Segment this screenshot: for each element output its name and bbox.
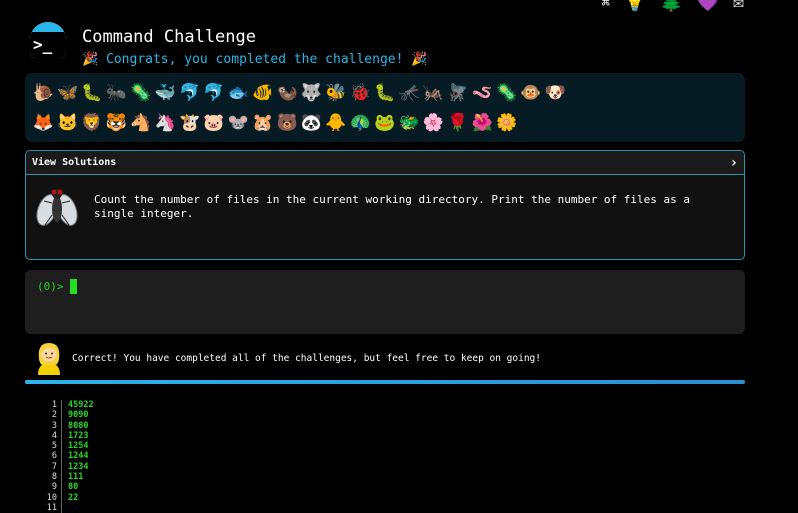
- challenge-emoji-icon[interactable]: 🐵: [519, 83, 543, 103]
- challenge-emoji-icon[interactable]: 🐷: [202, 113, 226, 133]
- chevron-right-icon[interactable]: ›: [730, 155, 738, 171]
- logo-glyph: >_: [33, 35, 53, 54]
- challenge-emoji-icon[interactable]: 🐼: [299, 113, 323, 133]
- fly-icon: [36, 183, 78, 231]
- challenge-emoji-icon[interactable]: 🐜: [104, 83, 128, 103]
- emoji-row: 🐌 🦋 🐛 🐜 🦠 🐳 🐬 🐬 🐟 🐠 🦦 🐺 🐝 🐞 🐛 🦟 🦗 🪰 🪱 🦠 🐵 🐶: [31, 78, 745, 108]
- lightbulb-icon[interactable]: 💡: [624, 0, 646, 12]
- output-line: 1254: [68, 441, 89, 452]
- progress-bar: [25, 380, 745, 384]
- person-avatar-icon: [35, 341, 63, 375]
- challenge-emoji-icon[interactable]: 🐴: [129, 113, 153, 133]
- solutions-panel: View Solutions › Count the number of fil…: [25, 150, 745, 260]
- challenge-emoji-icon[interactable]: 🦠: [129, 83, 153, 103]
- challenge-emoji-icon[interactable]: 🪱: [470, 83, 494, 103]
- mail-icon[interactable]: ✉: [733, 0, 744, 12]
- challenge-emoji-icon[interactable]: 🦊: [31, 113, 55, 133]
- output-line: 9090: [68, 410, 89, 421]
- output-line: 1723: [68, 430, 89, 441]
- heart-icon[interactable]: 💜: [697, 0, 719, 12]
- line-number: 11: [46, 502, 57, 513]
- top-icon-bar: ⌘ 💡 🌲 💜 ✉: [601, 0, 744, 12]
- line-number: 1: [51, 400, 57, 410]
- challenge-emoji-icon[interactable]: 🐸: [372, 113, 396, 133]
- line-number: 3: [51, 420, 57, 431]
- challenge-emoji-icon[interactable]: 🐬: [177, 83, 201, 103]
- line-number: 5: [51, 441, 57, 452]
- output-line: 8080: [68, 420, 89, 431]
- line-number-gutter: 1 2 3 4 5 6 7 8 9 10 11: [46, 400, 62, 513]
- output-line: 1244: [68, 451, 89, 462]
- challenge-emoji-icon[interactable]: 🦗: [421, 83, 445, 103]
- challenge-emoji-icon[interactable]: 🐝: [324, 83, 348, 103]
- output-line: 111: [68, 472, 84, 483]
- result-message: Correct! You have completed all of the c…: [35, 341, 541, 375]
- challenge-emoji-icon[interactable]: 🌹: [446, 113, 470, 133]
- challenge-emoji-icon[interactable]: 🐮: [177, 113, 201, 133]
- success-message-text: Correct! You have completed all of the c…: [72, 352, 541, 364]
- emoji-row: 🦊 🐱 🦁 🐯 🐴 🦄 🐮 🐷 🐭 🐹 🐻 🐼 🐥 🦚 🐸 🐲 🌸 🌹 🌺 🌼: [31, 108, 745, 138]
- page-title: Command Challenge: [82, 27, 256, 47]
- challenge-emoji-icon[interactable]: 🌼: [494, 113, 518, 133]
- challenge-emoji-icon[interactable]: 🦋: [55, 83, 79, 103]
- challenge-emoji-icon[interactable]: 🐛: [372, 83, 396, 103]
- challenge-emoji-icon[interactable]: 🐺: [299, 83, 323, 103]
- challenge-emoji-icon[interactable]: 🐶: [543, 83, 567, 103]
- line-number: 2: [51, 410, 57, 421]
- terminal-prompt: (0)>: [37, 280, 64, 293]
- command-output: 1 2 3 4 5 6 7 8 9 10 11 45922 9090 8080 1723 1254 1244 1…: [46, 400, 94, 513]
- line-number: 9: [51, 482, 57, 493]
- progress-bar-fill: [25, 380, 745, 384]
- output-line: 80: [68, 482, 79, 493]
- challenge-emoji-icon[interactable]: 🐳: [153, 83, 177, 103]
- line-number: 6: [51, 451, 57, 462]
- output-line: 1234: [68, 461, 89, 472]
- challenge-emoji-icon[interactable]: 🐯: [104, 113, 128, 133]
- terminal-cursor: [69, 279, 77, 294]
- challenge-emoji-icon[interactable]: 🐭: [226, 113, 250, 133]
- challenge-emoji-icon[interactable]: 🐱: [55, 113, 79, 133]
- challenge-emoji-icon[interactable]: 🐥: [324, 113, 348, 133]
- challenge-emoji-icon[interactable]: 🌺: [470, 113, 494, 133]
- tree-icon[interactable]: 🌲: [660, 0, 682, 12]
- challenge-emoji-icon[interactable]: 🐞: [348, 83, 372, 103]
- output-line: 22: [68, 492, 79, 503]
- challenge-emoji-bar: 🐌 🦋 🐛 🐜 🦠 🐳 🐬 🐬 🐟 🐠 🦦 🐺 🐝 🐞 🐛 🦟 🦗 🪰 🪱 🦠 🐵 🐶 🦊 🐱 🦁 🐯 🐴 🦄 🐮 🐷 🐭 🐹 🐻 🐼 🐥 🦚 🐸 🐲 🌸…: [25, 73, 745, 142]
- challenge-emoji-icon[interactable]: 🪰: [446, 83, 470, 103]
- terminal-icon[interactable]: ⌘: [601, 0, 609, 12]
- challenge-task-text: Count the number of files in the current…: [94, 193, 691, 220]
- challenge-emoji-icon[interactable]: 🦠: [494, 83, 518, 103]
- challenge-emoji-icon[interactable]: 🐲: [397, 113, 421, 133]
- view-solutions-label: View Solutions: [32, 157, 117, 168]
- challenge-emoji-icon[interactable]: 🐬: [202, 83, 226, 103]
- challenge-emoji-icon[interactable]: 🐹: [251, 113, 275, 133]
- challenge-emoji-icon[interactable]: 🐠: [251, 83, 275, 103]
- output-lines: 45922 9090 8080 1723 1254 1244 1234 111 80 22: [62, 400, 94, 513]
- line-number: 7: [51, 461, 57, 472]
- line-number: 10: [46, 492, 57, 503]
- terminal-input[interactable]: (0)>: [25, 270, 745, 334]
- challenge-emoji-icon[interactable]: 🦦: [275, 83, 299, 103]
- header: >_ Command Challenge 🎉 Congrats, you com…: [30, 22, 427, 67]
- challenge-emoji-icon[interactable]: 🐟: [226, 83, 250, 103]
- line-number: 4: [51, 430, 57, 441]
- view-solutions-toggle[interactable]: View Solutions ›: [26, 151, 744, 175]
- line-number: 8: [51, 472, 57, 483]
- challenge-emoji-icon[interactable]: 🦁: [80, 113, 104, 133]
- challenge-emoji-icon[interactable]: 🐛: [80, 83, 104, 103]
- challenge-emoji-icon[interactable]: 🦄: [153, 113, 177, 133]
- congrats-subtitle: 🎉 Congrats, you completed the challenge!…: [82, 52, 428, 67]
- challenge-emoji-icon[interactable]: 🐻: [275, 113, 299, 133]
- output-line: 45922: [68, 400, 94, 410]
- challenge-emoji-icon[interactable]: 🦚: [348, 113, 372, 133]
- logo-icon: >_: [30, 22, 66, 58]
- challenge-emoji-icon[interactable]: 🦟: [397, 83, 421, 103]
- challenge-emoji-icon[interactable]: 🌸: [421, 113, 445, 133]
- challenge-emoji-icon[interactable]: 🐌: [31, 83, 55, 103]
